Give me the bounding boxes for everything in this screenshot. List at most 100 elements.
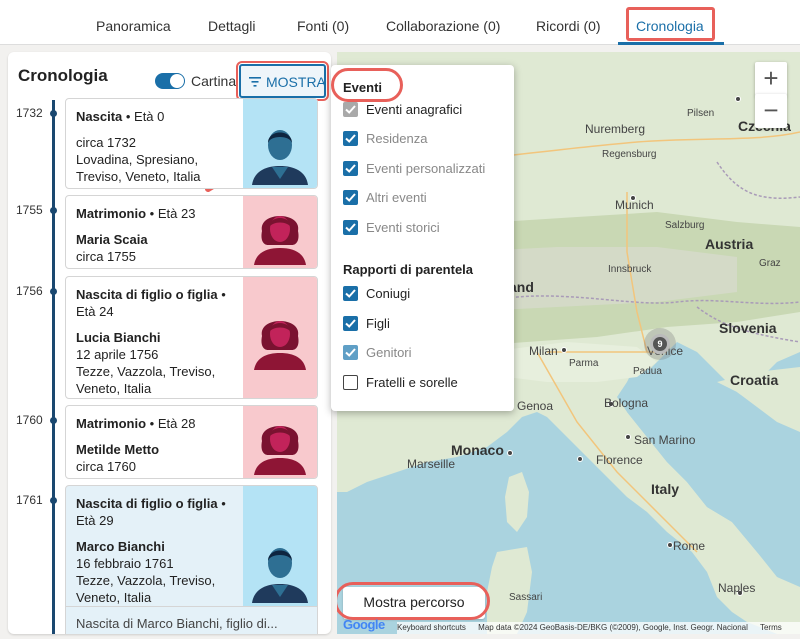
tab-fonti[interactable]: Fonti (0) [297, 18, 349, 34]
map-label: Austria [705, 236, 754, 252]
checkmark-icon [345, 164, 356, 173]
timeline-line [52, 100, 55, 634]
tab-dettagli[interactable]: Dettagli [208, 18, 255, 34]
female-person-icon [254, 426, 306, 475]
checkbox[interactable] [343, 102, 358, 117]
event-age: • Età 0 [122, 109, 165, 124]
zoom-in-button[interactable]: + [755, 62, 787, 96]
city-marker [507, 450, 513, 456]
keyboard-shortcuts-link[interactable]: Keyboard shortcuts [397, 623, 466, 632]
filter-button[interactable]: MOSTRA [236, 61, 329, 101]
related-person: Maria Scaia [76, 232, 148, 247]
map-label: Parma [569, 358, 599, 369]
checkmark-icon [345, 348, 356, 357]
timeline-year: 1756 [16, 284, 43, 298]
marker-cluster[interactable]: 9 [650, 334, 670, 354]
checkmark-icon [345, 319, 356, 328]
timeline-card[interactable]: Matrimonio • Età 28 Metilde Metto circa … [65, 405, 318, 479]
tab-panoramica[interactable]: Panoramica [96, 18, 171, 34]
timeline-panel: Cronologia Cartina MOSTRA 1732 Nascita •… [8, 52, 331, 634]
filter-button-label: MOSTRA [266, 74, 326, 90]
timeline-year: 1761 [16, 493, 43, 507]
event-date: 12 aprile 1756 [76, 347, 159, 362]
avatar [243, 406, 317, 478]
checkmark-icon [345, 134, 356, 143]
checkbox[interactable] [343, 316, 358, 331]
map-label: Rome [673, 539, 706, 553]
map-label: Innsbruck [608, 264, 652, 275]
filter-option-label: Residenza [366, 131, 428, 146]
event-place: Lovadina, Spresiano, [76, 152, 199, 167]
map-label: Florence [596, 453, 643, 467]
map-label: Italy [651, 481, 680, 497]
event-date: circa 1760 [76, 459, 136, 474]
filter-option-label: Eventi anagrafici [366, 102, 463, 117]
checkbox[interactable] [343, 286, 358, 301]
avatar [243, 277, 317, 398]
checkbox[interactable] [343, 375, 358, 390]
map-label: Milan [529, 344, 558, 358]
map-label: Monaco [451, 442, 504, 458]
male-person-icon [252, 130, 308, 185]
map-label: Croatia [730, 372, 779, 388]
relations-heading: Rapporti di parentela [343, 262, 474, 277]
map-toggle[interactable] [155, 73, 185, 89]
highlight-annotation [626, 7, 715, 41]
checkbox[interactable] [343, 161, 358, 176]
event-type: Nascita [76, 109, 123, 124]
event-type: Matrimonio [76, 416, 147, 431]
checkbox[interactable] [343, 220, 358, 235]
terms-link[interactable]: Terms [760, 623, 782, 632]
filter-option-label: Eventi storici [366, 220, 440, 235]
map-toggle-label: Cartina [191, 73, 237, 89]
tab-bar: Panoramica Dettagli Fonti (0) Collaboraz… [0, 0, 800, 45]
female-person-icon [254, 216, 306, 265]
map-label: Bologna [604, 396, 649, 410]
event-date: 16 febbraio 1761 [76, 556, 174, 571]
city-marker [577, 456, 583, 462]
timeline-card-selected[interactable]: Nascita di figlio o figlia • Età 29 Marc… [65, 485, 318, 634]
timeline-card[interactable]: Matrimonio • Età 23 Maria Scaia circa 17… [65, 195, 318, 269]
male-person-icon [252, 548, 308, 603]
event-place: Tezze, Vazzola, Treviso, [76, 573, 216, 588]
timeline-card[interactable]: Nascita di figlio o figlia • Età 24 Luci… [65, 276, 318, 399]
filter-option-label: Genitori [366, 345, 412, 360]
checkmark-icon [345, 289, 356, 298]
filter-option-label: Altri eventi [366, 190, 427, 205]
checkmark-icon [345, 105, 356, 114]
timeline-card[interactable]: Nascita • Età 0 circa 1732 Lovadina, Spr… [65, 98, 318, 189]
timeline-year: 1732 [16, 106, 43, 120]
card-divider [66, 606, 317, 607]
event-place: Veneto, Italia [76, 381, 152, 396]
highlight-annotation [331, 68, 403, 102]
toggle-knob [170, 74, 184, 88]
event-place: Treviso, Veneto, Italia [76, 169, 201, 184]
city-marker [625, 434, 631, 440]
map-attribution: Keyboard shortcuts Map data ©2024 GeoBas… [397, 622, 800, 634]
filter-option-label: Coniugi [366, 286, 411, 301]
timeline-dot [50, 288, 57, 295]
city-marker [735, 96, 741, 102]
checkbox[interactable] [343, 131, 358, 146]
map-label: Sassari [509, 592, 543, 603]
checkbox[interactable] [343, 345, 358, 360]
timeline-year: 1760 [16, 413, 43, 427]
zoom-out-button[interactable]: − [755, 94, 787, 128]
tab-collaborazione[interactable]: Collaborazione (0) [386, 18, 500, 34]
map-label: Padua [633, 366, 662, 377]
checkbox[interactable] [343, 190, 358, 205]
map-label: Genoa [517, 399, 554, 413]
map-label: Slovenia [719, 320, 777, 336]
filter-option-label: Eventi personalizzati [366, 161, 486, 176]
map-label: Naples [718, 581, 756, 595]
event-age: • Età 28 [146, 416, 196, 431]
map-label: Pilsen [687, 108, 715, 119]
map-label: Nuremberg [585, 122, 646, 136]
panel-title: Cronologia [18, 66, 108, 85]
event-type: Matrimonio [76, 206, 147, 221]
event-type: Nascita di figlio o figlia [76, 287, 218, 302]
active-tab-indicator [618, 42, 724, 45]
event-type: Nascita di figlio o figlia [76, 496, 218, 511]
tab-ricordi[interactable]: Ricordi (0) [536, 18, 601, 34]
timeline-dot [50, 110, 57, 117]
